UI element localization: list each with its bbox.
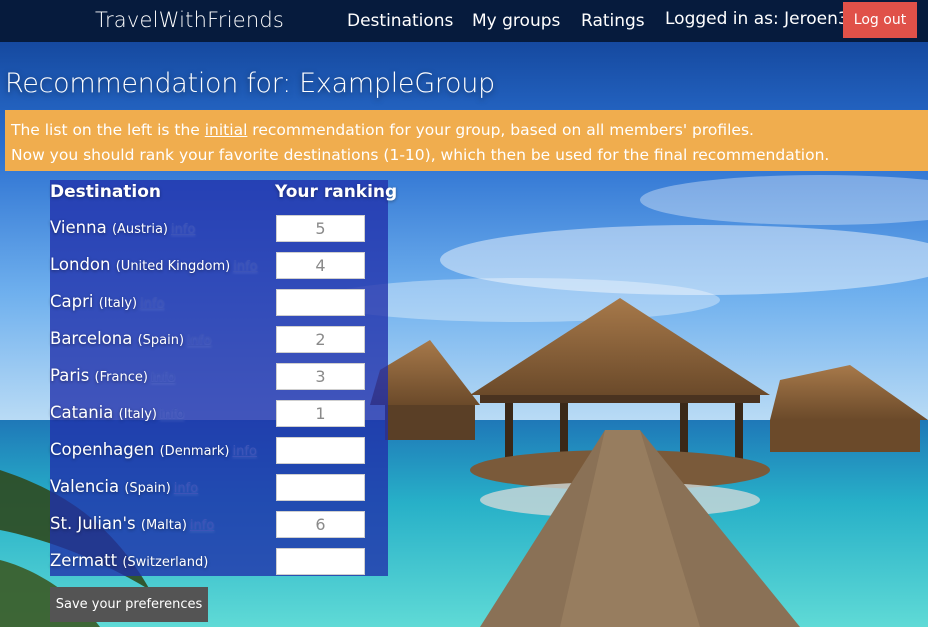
destination-city: Valencia (50, 477, 120, 496)
ranking-input[interactable] (276, 548, 365, 575)
destination-country: (Denmark) (159, 444, 230, 459)
destination-city: Catania (50, 403, 114, 422)
destination-name: Barcelona (Spain) info (50, 329, 211, 348)
info-link[interactable]: info (171, 222, 195, 237)
page-title: Recommendation for: ExampleGroup (5, 68, 495, 99)
column-header-destination: Destination (50, 182, 162, 202)
table-row: Valencia (Spain) info (50, 474, 370, 511)
destination-country: (United Kingdom) (115, 259, 231, 274)
logged-in-user: Logged in as: Jeroen3 (665, 9, 849, 29)
ranking-input[interactable] (276, 252, 365, 279)
save-preferences-button[interactable]: Save your preferences (50, 587, 208, 622)
destination-name: Catania (Italy) info (50, 403, 184, 422)
table-row: Barcelona (Spain) info (50, 326, 370, 363)
destination-country: (Malta) (140, 518, 187, 533)
ranking-input[interactable] (276, 363, 365, 390)
nav-destinations[interactable]: Destinations (347, 11, 453, 31)
destination-name: Copenhagen (Denmark) info (50, 440, 257, 459)
info-link[interactable]: info (140, 296, 164, 311)
destination-city: Copenhagen (50, 440, 155, 459)
destination-city: Zermatt (50, 551, 118, 570)
ranking-input[interactable] (276, 400, 365, 427)
ranking-input[interactable] (276, 437, 365, 464)
table-row: Capri (Italy) info (50, 289, 370, 326)
destination-name: Capri (Italy) info (50, 292, 164, 311)
destination-city: Barcelona (50, 329, 133, 348)
info-banner: The list on the left is the initial reco… (5, 110, 928, 171)
info-link[interactable]: info (233, 444, 257, 459)
destination-city: Capri (50, 292, 94, 311)
destination-country: (Spain) (124, 481, 171, 496)
table-row: Copenhagen (Denmark) info (50, 437, 370, 474)
banner-emphasis: initial (204, 121, 248, 139)
destination-country: (Italy) (118, 407, 157, 422)
navbar: TravelWithFriends Destinations My groups… (0, 0, 928, 42)
table-row: London (United Kingdom) info (50, 252, 370, 289)
destination-name: London (United Kingdom) info (50, 255, 258, 274)
info-link[interactable]: info (187, 333, 211, 348)
info-link[interactable]: info (160, 407, 184, 422)
table-row: Zermatt (Switzerland) (50, 548, 370, 585)
destination-name: Valencia (Spain) info (50, 477, 198, 496)
destination-name: Vienna (Austria) info (50, 218, 195, 237)
ranking-input[interactable] (276, 511, 365, 538)
nav-my-groups[interactable]: My groups (472, 11, 560, 31)
destination-country: (Switzerland) (122, 555, 209, 570)
table-row: St. Julian's (Malta) info (50, 511, 370, 548)
banner-line-1: The list on the left is the initial reco… (11, 121, 754, 139)
table-row: Vienna (Austria) info (50, 215, 370, 252)
destination-name: Paris (France) info (50, 366, 175, 385)
destination-city: St. Julian's (50, 514, 136, 533)
banner-line-2: Now you should rank your favorite destin… (11, 146, 830, 164)
info-link[interactable]: info (233, 259, 257, 274)
table-row: Paris (France) info (50, 363, 370, 400)
info-link[interactable]: info (174, 481, 198, 496)
ranking-input[interactable] (276, 326, 365, 353)
ranking-input[interactable] (276, 215, 365, 242)
info-link[interactable]: info (190, 518, 214, 533)
ranking-input[interactable] (276, 474, 365, 501)
destination-city: Paris (50, 366, 90, 385)
column-header-ranking: Your ranking (275, 182, 398, 202)
destination-name: St. Julian's (Malta) info (50, 514, 214, 533)
destination-country: (France) (94, 370, 148, 385)
info-link[interactable]: info (151, 370, 175, 385)
nav-ratings[interactable]: Ratings (581, 11, 645, 31)
destination-country: (Austria) (111, 222, 169, 237)
destination-city: London (50, 255, 111, 274)
logout-button[interactable]: Log out (843, 2, 917, 38)
destination-country: (Spain) (137, 333, 185, 348)
brand-logo-link[interactable]: TravelWithFriends (95, 8, 284, 32)
destination-country: (Italy) (98, 296, 138, 311)
destination-city: Vienna (50, 218, 107, 237)
table-row: Catania (Italy) info (50, 400, 370, 437)
destination-name: Zermatt (Switzerland) (50, 551, 208, 570)
ranking-input[interactable] (276, 289, 365, 316)
